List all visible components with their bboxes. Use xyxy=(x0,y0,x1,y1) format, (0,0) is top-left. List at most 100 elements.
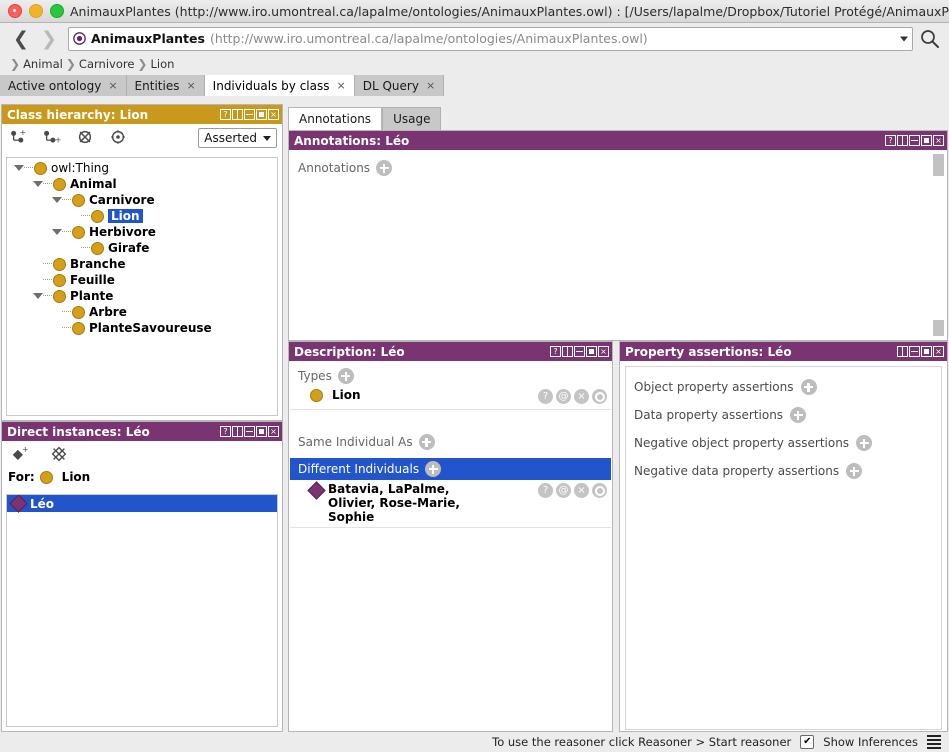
split-pane-icon[interactable] xyxy=(897,135,908,146)
expand-triangle-icon[interactable] xyxy=(13,163,24,174)
tab-annotations[interactable]: Annotations xyxy=(288,107,382,130)
annotate-icon[interactable]: @ xyxy=(556,483,571,498)
add-subclass-icon[interactable]: + xyxy=(10,128,28,146)
close-icon[interactable]: × xyxy=(108,79,117,92)
row-label: Negative object property assertions xyxy=(634,436,849,450)
add-same-individual-button[interactable] xyxy=(419,434,435,450)
tab-active-ontology[interactable]: Active ontology × xyxy=(0,75,127,96)
add-individual-icon[interactable]: + xyxy=(12,445,30,463)
help-icon[interactable]: ? xyxy=(550,346,561,357)
tree-node-label: Animal xyxy=(70,177,117,191)
zoom-window-button[interactable] xyxy=(50,4,64,18)
description-row-different-individuals[interactable]: Batavia, LaPalme, Olivier, Rose-Marie, S… xyxy=(290,480,611,528)
explain-icon[interactable]: ? xyxy=(538,389,553,404)
tree-node-plantesavoureuse[interactable]: PlanteSavoureuse xyxy=(7,320,277,336)
maximize-icon[interactable] xyxy=(921,346,932,357)
close-icon[interactable]: × xyxy=(933,346,944,357)
list-item[interactable]: Léo xyxy=(7,495,277,512)
close-icon[interactable]: × xyxy=(933,135,944,146)
back-button[interactable]: ❮ xyxy=(8,26,34,52)
annotations-section-label: Annotations xyxy=(298,161,370,175)
tree-node-label: Plante xyxy=(70,289,113,303)
show-inferences-checkbox[interactable]: ✔ xyxy=(800,735,814,749)
close-icon[interactable]: × xyxy=(337,79,346,92)
target-class-icon[interactable] xyxy=(109,128,127,146)
add-type-button[interactable] xyxy=(338,368,354,384)
split-pane-icon[interactable] xyxy=(562,346,573,357)
tree-node-feuille[interactable]: Feuille xyxy=(7,272,277,288)
add-object-property-assertion-button[interactable] xyxy=(801,379,817,395)
help-icon[interactable]: ? xyxy=(885,135,896,146)
split-pane-icon[interactable] xyxy=(232,426,243,437)
search-icon[interactable] xyxy=(919,28,941,50)
edit-icon[interactable] xyxy=(592,389,607,404)
maximize-icon[interactable] xyxy=(256,426,267,437)
expand-triangle-icon[interactable] xyxy=(51,195,62,206)
close-icon[interactable]: × xyxy=(268,426,279,437)
tree-node-herbivore[interactable]: Herbivore xyxy=(7,224,277,240)
tab-entities[interactable]: Entities × xyxy=(127,75,205,96)
panel-controls: × xyxy=(897,346,944,357)
class-tree[interactable]: owl:Thing Animal Carnivore Lion xyxy=(6,157,278,416)
tab-dl-query[interactable]: DL Query × xyxy=(355,75,444,96)
tree-node-carnivore[interactable]: Carnivore xyxy=(7,192,277,208)
tree-node-branche[interactable]: Branche xyxy=(7,256,277,272)
delete-icon[interactable]: × xyxy=(574,483,589,498)
maximize-icon[interactable] xyxy=(586,346,597,357)
forward-button[interactable]: ❯ xyxy=(36,26,62,52)
chevron-down-icon[interactable] xyxy=(900,36,908,41)
close-icon[interactable]: × xyxy=(268,109,279,120)
help-icon[interactable]: ? xyxy=(220,426,231,437)
tree-node-animal[interactable]: Animal xyxy=(7,176,277,192)
minimize-icon[interactable] xyxy=(909,135,920,146)
close-icon[interactable]: × xyxy=(186,79,195,92)
scrollbar-thumb-top[interactable] xyxy=(933,154,944,176)
expand-triangle-icon[interactable] xyxy=(32,291,43,302)
split-pane-icon[interactable] xyxy=(232,109,243,120)
delete-individual-icon[interactable] xyxy=(50,445,68,463)
add-annotation-button[interactable] xyxy=(376,160,392,176)
expand-triangle-icon[interactable] xyxy=(51,227,62,238)
tree-node-lion[interactable]: Lion xyxy=(7,208,277,224)
breadcrumb-item-lion[interactable]: Lion xyxy=(150,57,174,71)
minimize-icon[interactable] xyxy=(574,346,585,357)
direct-instances-list[interactable]: Léo xyxy=(6,494,278,727)
ontology-uri-field[interactable]: AnimauxPlantes (http://www.iro.umontreal… xyxy=(68,27,913,51)
maximize-icon[interactable] xyxy=(256,109,267,120)
breadcrumb-item-carnivore[interactable]: Carnivore xyxy=(79,57,134,71)
annotate-icon[interactable]: @ xyxy=(556,389,571,404)
description-row-type[interactable]: Lion ? @ × xyxy=(290,386,611,410)
close-window-button[interactable] xyxy=(8,4,22,18)
split-pane-icon[interactable] xyxy=(897,346,908,357)
add-negative-data-property-assertion-button[interactable] xyxy=(846,463,862,479)
tab-individuals-by-class[interactable]: Individuals by class × xyxy=(205,75,355,96)
tree-node-owl-thing[interactable]: owl:Thing xyxy=(7,160,277,176)
explain-icon[interactable]: ? xyxy=(538,483,553,498)
delete-class-icon[interactable] xyxy=(76,128,94,146)
scrollbar-thumb-bottom[interactable] xyxy=(933,320,944,336)
reasoner-view-select[interactable]: Asserted xyxy=(198,128,277,148)
minimize-icon[interactable] xyxy=(244,109,255,120)
annotations-section: Annotations xyxy=(290,151,946,176)
description-section-different-individuals[interactable]: Different Individuals xyxy=(290,458,611,480)
close-icon[interactable]: × xyxy=(598,346,609,357)
expand-triangle-icon[interactable] xyxy=(32,179,43,190)
breadcrumb-item-animal[interactable]: Animal xyxy=(23,57,63,71)
help-icon[interactable]: ? xyxy=(220,109,231,120)
delete-icon[interactable]: × xyxy=(574,389,589,404)
add-different-individual-button[interactable] xyxy=(425,461,441,477)
minimize-icon[interactable] xyxy=(244,426,255,437)
add-negative-object-property-assertion-button[interactable] xyxy=(856,435,872,451)
minimize-window-button[interactable] xyxy=(29,4,43,18)
log-list-icon[interactable] xyxy=(927,735,941,749)
tree-node-girafe[interactable]: Girafe xyxy=(7,240,277,256)
add-data-property-assertion-button[interactable] xyxy=(790,407,806,423)
edit-icon[interactable] xyxy=(592,483,607,498)
tab-usage[interactable]: Usage xyxy=(382,107,441,130)
minimize-icon[interactable] xyxy=(909,346,920,357)
tree-node-plante[interactable]: Plante xyxy=(7,288,277,304)
add-sibling-class-icon[interactable]: + xyxy=(43,128,61,146)
close-icon[interactable]: × xyxy=(426,79,435,92)
tree-node-arbre[interactable]: Arbre xyxy=(7,304,277,320)
maximize-icon[interactable] xyxy=(921,135,932,146)
